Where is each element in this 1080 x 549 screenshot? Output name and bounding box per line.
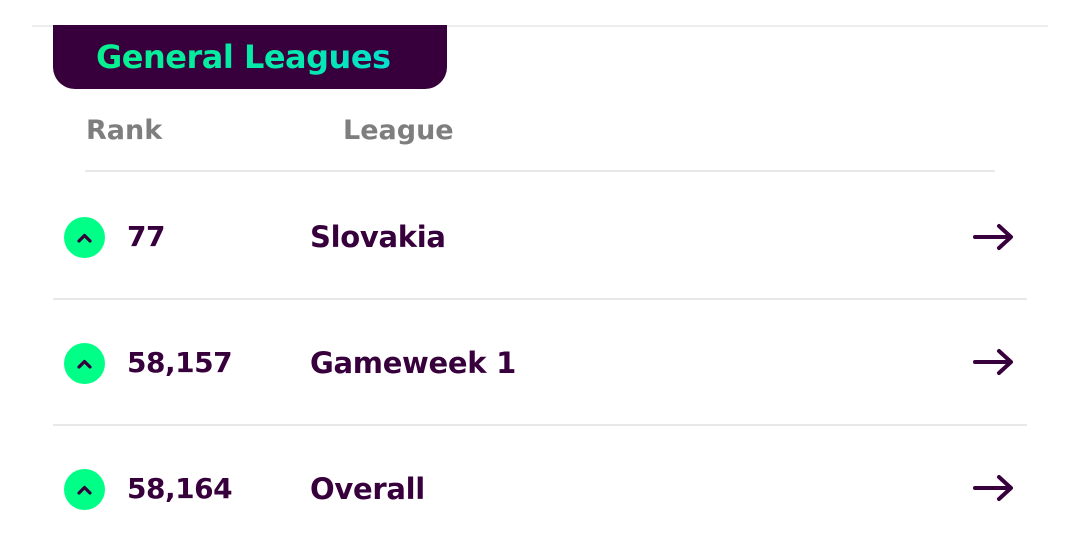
chevron-up-icon — [77, 359, 92, 369]
league-row-gameweek-1[interactable]: 58,157 Gameweek 1 — [0, 300, 1080, 426]
arrow-right-icon[interactable] — [972, 347, 1016, 377]
arrow-right-icon[interactable] — [972, 473, 1016, 503]
league-name[interactable]: Gameweek 1 — [310, 345, 516, 381]
section-header-tab: General Leagues — [53, 25, 447, 89]
rank-up-icon — [64, 217, 105, 258]
arrow-right-icon[interactable] — [972, 222, 1016, 252]
rank-value: 58,164 — [127, 472, 233, 505]
league-name[interactable]: Slovakia — [310, 219, 446, 255]
chevron-up-icon — [77, 485, 92, 495]
column-header-rank: Rank — [86, 115, 163, 146]
column-header-league: League — [343, 115, 454, 146]
league-row-overall[interactable]: 58,164 Overall — [0, 427, 1080, 549]
general-leagues-panel: General Leagues Rank League 77 Slovakia … — [0, 0, 1080, 549]
rank-up-icon — [64, 343, 105, 384]
header-divider — [85, 170, 995, 172]
rank-up-icon — [64, 469, 105, 510]
chevron-up-icon — [77, 233, 92, 243]
league-name[interactable]: Overall — [310, 471, 425, 507]
rank-value: 58,157 — [127, 346, 233, 379]
row-divider — [53, 424, 1027, 426]
league-row-slovakia[interactable]: 77 Slovakia — [0, 174, 1080, 300]
rank-value: 77 — [127, 220, 165, 253]
section-title: General Leagues — [96, 38, 447, 76]
